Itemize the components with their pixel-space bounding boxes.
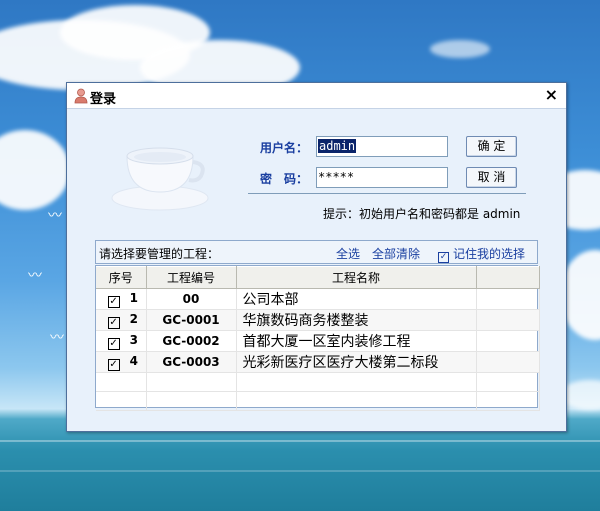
table-row[interactable]: ✓ 3 GC-0002 首都大厦一区室内装修工程 <box>96 330 540 352</box>
column-header-index[interactable]: 序号 <box>96 266 147 289</box>
row-code: GC-0001 <box>146 309 237 331</box>
divider <box>248 193 526 194</box>
row-code: 00 <box>146 288 237 310</box>
row-code: GC-0002 <box>146 330 237 352</box>
password-label: 密 码： <box>260 172 309 186</box>
row-empty <box>476 351 540 373</box>
table-header-row: 序号 工程编号 工程名称 <box>96 266 540 289</box>
row-code: GC-0003 <box>146 351 237 373</box>
row-empty <box>476 309 540 331</box>
project-prompt: 请选择要管理的工程： <box>99 247 220 261</box>
row-checkbox[interactable]: ✓ <box>107 316 120 329</box>
cancel-button[interactable]: 取 消 <box>466 167 517 188</box>
column-header-empty <box>476 266 540 289</box>
row-name: 公司本部 <box>236 288 477 310</box>
select-all-link[interactable]: 全选 <box>336 245 360 262</box>
row-index: 2 <box>129 311 138 326</box>
row-name: 华旗数码商务楼整装 <box>236 309 477 331</box>
username-field[interactable]: admin <box>316 136 448 157</box>
window-title: 登录 <box>90 92 117 107</box>
login-dialog: 登录 × 用户名： admin 确 定 密 码： ***** 取 消 提示：初始… <box>66 82 567 432</box>
close-icon[interactable]: × <box>545 85 558 104</box>
row-index: 3 <box>129 332 138 347</box>
username-value: admin <box>318 139 357 153</box>
clear-all-link[interactable]: 全部清除 <box>372 245 420 262</box>
project-panel-header: 请选择要管理的工程： 全选 全部清除 ✓ 记住我的选择 <box>95 240 538 264</box>
row-name: 首都大厦一区室内装修工程 <box>236 330 477 352</box>
remember-checkbox[interactable]: ✓ 记住我的选择 <box>438 245 525 263</box>
remember-label: 记住我的选择 <box>453 247 526 261</box>
row-checkbox[interactable]: ✓ <box>107 337 120 350</box>
username-label: 用户名： <box>260 141 309 155</box>
row-empty <box>476 288 540 310</box>
row-index-cell: ✓ 1 <box>96 288 147 310</box>
user-icon <box>74 88 88 104</box>
column-header-code[interactable]: 工程编号 <box>146 266 237 289</box>
row-empty <box>476 330 540 352</box>
row-index: 4 <box>129 353 138 368</box>
table-row[interactable]: ✓ 4 GC-0003 光彩新医疗区医疗大楼第二标段 <box>96 351 540 373</box>
column-header-name[interactable]: 工程名称 <box>236 266 477 289</box>
checkbox-checked-icon: ✓ <box>438 252 449 263</box>
row-checkbox[interactable]: ✓ <box>107 358 120 371</box>
row-checkbox[interactable]: ✓ <box>107 295 120 308</box>
row-name: 光彩新医疗区医疗大楼第二标段 <box>236 351 477 373</box>
table-row[interactable]: ✓ 2 GC-0001 华旗数码商务楼整装 <box>96 309 540 331</box>
coffee-cup-icon <box>111 147 209 211</box>
row-index-cell: ✓ 3 <box>96 330 147 352</box>
row-index-cell: ✓ 4 <box>96 351 147 373</box>
hint-text: 提示：初始用户名和密码都是 admin <box>323 207 521 221</box>
title-bar[interactable]: 登录 × <box>67 83 566 109</box>
password-field[interactable]: ***** <box>316 167 448 188</box>
row-index-cell: ✓ 2 <box>96 309 147 331</box>
ok-button[interactable]: 确 定 <box>466 136 517 157</box>
project-table: 序号 工程编号 工程名称 ✓ 1 00 公司本部 ✓ 2 GC-0001 华旗数码商… <box>95 265 540 411</box>
row-index: 1 <box>129 290 138 305</box>
table-row-empty <box>96 372 540 392</box>
table-row[interactable]: ✓ 1 00 公司本部 <box>96 288 540 310</box>
table-row-empty <box>96 391 540 411</box>
